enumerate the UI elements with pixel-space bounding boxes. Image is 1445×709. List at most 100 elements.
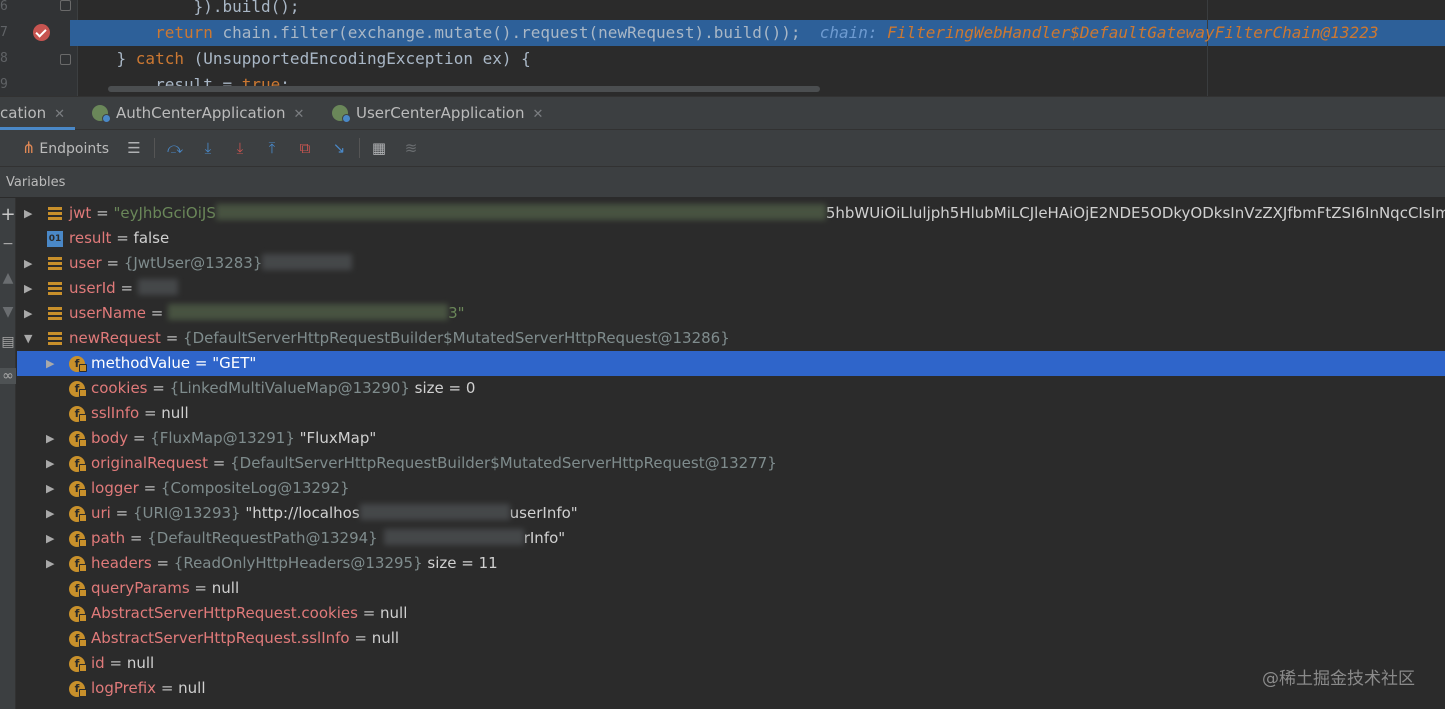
field-icon: f — [69, 581, 87, 597]
variable-value: null — [126, 654, 155, 672]
breakpoint-icon[interactable] — [33, 24, 50, 41]
expand-arrow-icon[interactable]: ▶ — [46, 426, 58, 451]
step-out-icon[interactable]: ⤒ — [261, 137, 283, 159]
code-keyword: catch — [135, 49, 184, 68]
local-variable-icon — [47, 281, 63, 297]
endpoints-button[interactable]: ⋔ Endpoints — [22, 137, 109, 159]
new-watch-icon[interactable]: + — [0, 204, 16, 225]
editor-gutter[interactable] — [0, 0, 78, 96]
variables-tree[interactable]: ▶ jwt = "eyJhbGciOiJS 5hbWUiOiLluljph5Hlu… — [17, 200, 1445, 709]
endpoints-icon: ⋔ — [22, 138, 36, 157]
tree-row[interactable]: ▶ jwt = "eyJhbGciOiJS 5hbWUiOiLluljph5Hlu… — [17, 201, 1445, 226]
expand-arrow-icon[interactable]: ▶ — [46, 351, 58, 376]
variable-name: jwt — [69, 204, 92, 222]
tree-row[interactable]: ▶ f logger = {CompositeLog@13292} — [17, 476, 1445, 501]
code-line[interactable]: result = true; — [78, 72, 290, 96]
expand-arrow-icon[interactable]: ▶ — [46, 526, 58, 551]
equals-sign: = — [145, 304, 169, 322]
tree-row[interactable]: ▶ userName = 3" — [17, 301, 1445, 326]
variables-title: Variables — [6, 175, 66, 190]
tab-label: cation — [0, 104, 47, 122]
tab-auth-center-application[interactable]: AuthCenterApplication ✕ — [92, 97, 304, 130]
equals-sign: = — [156, 679, 179, 697]
tree-row[interactable]: f logPrefix = null — [17, 676, 1445, 701]
variable-type: {LinkedMultiValueMap@13290} — [169, 379, 410, 397]
code-line[interactable]: }).build(); — [78, 0, 300, 20]
redacted-region — [168, 304, 449, 320]
run-to-cursor-icon[interactable]: ↘ — [328, 137, 350, 159]
field-icon: f — [69, 631, 87, 647]
close-icon[interactable]: ✕ — [54, 107, 65, 122]
toolbar-separator — [154, 138, 155, 158]
variable-type: {DefaultRequestPath@13294} — [147, 529, 378, 547]
collapse-arrow-icon[interactable]: ▼ — [24, 326, 36, 351]
toolbar-separator — [359, 138, 360, 158]
expand-arrow-icon[interactable]: ▶ — [46, 451, 58, 476]
line-number: 6 — [0, 0, 8, 14]
tree-row[interactable]: f queryParams = null — [17, 576, 1445, 601]
variables-panel-header: Variables — [0, 166, 1445, 198]
move-up-icon[interactable]: ▲ — [0, 270, 16, 286]
tab-label: UserCenterApplication — [356, 104, 525, 122]
code-editor[interactable]: 6 7 8 9 }).build(); return chain.filter(… — [0, 0, 1445, 96]
copy-icon[interactable]: ▤ — [0, 334, 16, 350]
tree-row[interactable]: f AbstractServerHttpRequest.sslInfo = nu… — [17, 626, 1445, 651]
expand-arrow-icon[interactable]: ▶ — [24, 301, 36, 326]
field-icon: f — [69, 381, 87, 397]
tree-row-selected[interactable]: ▶ f methodValue = "GET" — [17, 351, 1445, 376]
tree-row[interactable]: f id = null — [17, 651, 1445, 676]
expand-arrow-icon[interactable]: ▶ — [46, 551, 58, 576]
tree-row[interactable]: ▶ userId = — [17, 276, 1445, 301]
step-over-icon[interactable]: ⤼ — [164, 137, 186, 159]
show-watches-icon[interactable]: ∞ — [0, 368, 16, 384]
equals-sign: = — [208, 454, 231, 472]
tree-row[interactable]: f AbstractServerHttpRequest.cookies = nu… — [17, 601, 1445, 626]
tree-row[interactable]: ▼ newRequest = {DefaultServerHttpRequest… — [17, 326, 1445, 351]
evaluate-expression-icon[interactable]: ▦ — [368, 137, 390, 159]
code-line[interactable]: } catch (UnsupportedEncodingException ex… — [78, 46, 531, 72]
step-into-icon[interactable]: ⤓ — [197, 137, 219, 159]
variable-value: size = 0 — [409, 379, 476, 397]
show-frames-icon[interactable]: ☰ — [123, 137, 145, 159]
tree-row[interactable]: f sslInfo = null — [17, 401, 1445, 426]
fold-marker-icon[interactable] — [60, 54, 71, 65]
tree-row[interactable]: ▶ f originalRequest = {DefaultServerHttp… — [17, 451, 1445, 476]
close-icon[interactable]: ✕ — [533, 107, 544, 122]
fold-marker-icon[interactable] — [60, 0, 71, 11]
tree-row[interactable]: ▶ f body = {FluxMap@13291} "FluxMap" — [17, 426, 1445, 451]
tree-row[interactable]: ▶ f uri = {URI@13293} "http://localhos us… — [17, 501, 1445, 526]
tree-row[interactable]: 01 result = false — [17, 226, 1445, 251]
equals-sign: = — [101, 254, 124, 272]
move-down-icon[interactable]: ▼ — [0, 304, 16, 320]
drop-frame-icon[interactable]: ⧉ — [294, 137, 316, 159]
tree-row[interactable]: ▶ f path = {DefaultRequestPath@13294} rIn… — [17, 526, 1445, 551]
line-number: 7 — [0, 25, 8, 40]
horizontal-scrollbar[interactable] — [108, 86, 820, 92]
tab-user-center-application[interactable]: UserCenterApplication ✕ — [332, 97, 543, 130]
right-margin-guide — [1207, 0, 1208, 96]
equals-sign: = — [190, 354, 213, 372]
local-variable-icon — [47, 331, 63, 347]
expand-arrow-icon[interactable]: ▶ — [24, 251, 36, 276]
close-icon[interactable]: ✕ — [293, 107, 304, 122]
force-step-into-icon[interactable]: ⤓ — [229, 137, 251, 159]
tab-application[interactable]: cation ✕ — [0, 97, 65, 130]
variable-value: 5hbWUiOiLluljph5HlubMiLCJleHAiOjE2NDE5OD… — [825, 204, 1445, 222]
expand-arrow-icon[interactable]: ▶ — [46, 501, 58, 526]
expand-arrow-icon[interactable]: ▶ — [46, 476, 58, 501]
variable-value: null — [211, 579, 240, 597]
tree-row[interactable]: f cookies = {LinkedMultiValueMap@13290} … — [17, 376, 1445, 401]
expand-arrow-icon[interactable]: ▶ — [24, 276, 36, 301]
code-line-current[interactable]: return chain.filter(exchange.mutate().re… — [78, 20, 1378, 46]
variable-value: "GET" — [212, 354, 257, 372]
equals-sign: = — [111, 229, 134, 247]
tree-row[interactable]: ▶ f headers = {ReadOnlyHttpHeaders@13295… — [17, 551, 1445, 576]
trace-stream-icon[interactable]: ≋ — [400, 137, 422, 159]
expand-arrow-icon[interactable]: ▶ — [24, 201, 36, 226]
remove-watch-icon[interactable]: − — [0, 236, 16, 252]
variable-value: userInfo" — [509, 504, 578, 522]
tree-row[interactable]: ▶ user = {JwtUser@13283} — [17, 251, 1445, 276]
redacted-region — [215, 204, 826, 220]
variable-value: 3" — [448, 304, 465, 322]
equals-sign: = — [128, 429, 151, 447]
